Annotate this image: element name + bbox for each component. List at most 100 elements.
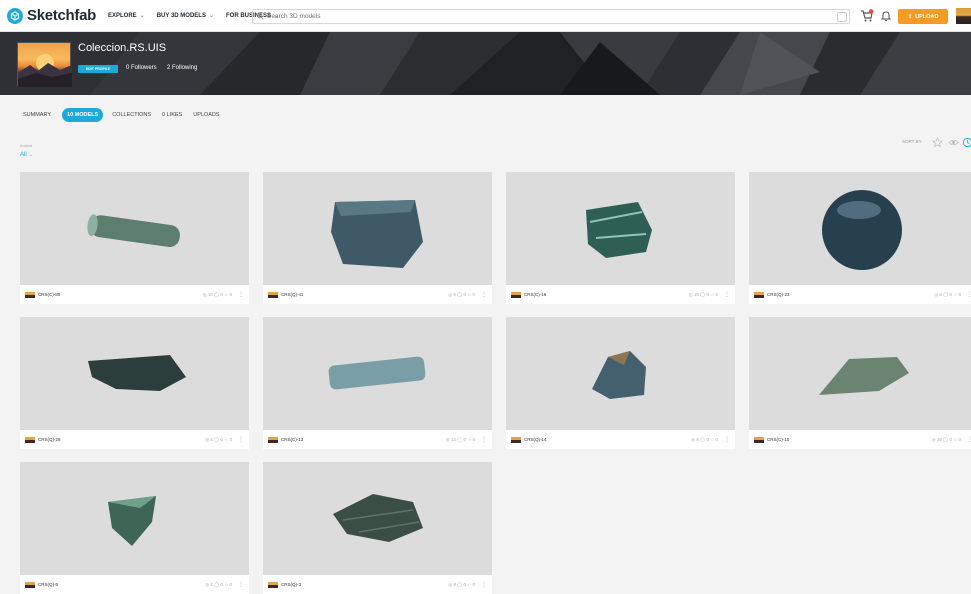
sort-label: SORT BY bbox=[902, 139, 922, 144]
model-name[interactable]: CRS(C)-16 bbox=[524, 292, 689, 297]
more-options-icon[interactable]: ⋮ bbox=[967, 291, 971, 298]
model-info-bar: CRS(C)-13 ◎ 13 ◯ 0 ☆ 0 ⋮ bbox=[263, 430, 492, 449]
model-card[interactable]: CRS(Q)-3 ◎ 9 ◯ 0 ☆ 0 ⋮ bbox=[263, 462, 492, 594]
model-card[interactable]: CRS(C)-80 ◎ 10 ◯ 0 ☆ 0 ⋮ bbox=[20, 172, 249, 304]
clock-icon[interactable] bbox=[962, 137, 971, 148]
more-options-icon[interactable]: ⋮ bbox=[724, 291, 730, 298]
tab-uploads[interactable]: UPLOADS bbox=[193, 112, 219, 118]
model-name[interactable]: CRS(C)-80 bbox=[38, 292, 203, 297]
model-stats: ◎ 2 ◯ 0 ☆ 0 bbox=[205, 581, 232, 587]
more-options-icon[interactable]: ⋮ bbox=[481, 581, 487, 588]
upload-button-label: UPLOAD bbox=[915, 13, 939, 20]
rock-model-preview bbox=[88, 355, 186, 391]
model-info-bar: CRS(C)-10 ◎ 16 ◯ 0 ☆ 0 ⋮ bbox=[749, 430, 971, 449]
eye-icon[interactable] bbox=[948, 137, 959, 148]
tab-likes[interactable]: 0 LIKES bbox=[162, 112, 182, 118]
author-avatar[interactable] bbox=[268, 436, 278, 443]
model-info-bar: CRS(C)-16 ◎ 10 ◯ 0 ☆ 0 ⋮ bbox=[506, 285, 735, 304]
sketchfab-logo[interactable]: Sketchfab bbox=[7, 7, 96, 24]
search-box bbox=[252, 9, 850, 24]
profile-avatar-image bbox=[18, 54, 72, 87]
model-name[interactable]: CRS(Q)-23 bbox=[767, 292, 934, 297]
model-thumbnail[interactable] bbox=[749, 172, 971, 285]
model-name[interactable]: CRS(Q)-28 bbox=[38, 437, 205, 442]
author-avatar[interactable] bbox=[25, 436, 35, 443]
model-card[interactable]: CRS(C)-10 ◎ 16 ◯ 0 ☆ 0 ⋮ bbox=[749, 317, 971, 449]
nav-explore[interactable]: EXPLORE ⌄ bbox=[108, 12, 145, 20]
rock-model-preview bbox=[333, 494, 423, 542]
model-card[interactable]: CRS(C)-13 ◎ 13 ◯ 0 ☆ 0 ⋮ bbox=[263, 317, 492, 449]
user-avatar[interactable] bbox=[956, 8, 971, 24]
author-avatar[interactable] bbox=[25, 291, 35, 298]
rock-model-preview bbox=[328, 356, 426, 390]
nav-buy-3d-models-label: BUY 3D MODELS bbox=[156, 12, 206, 19]
search-filter-icon[interactable] bbox=[837, 11, 847, 22]
profile-banner: Coleccion.RS.UIS EDIT PROFILE 0 Follower… bbox=[0, 32, 971, 95]
filter-dropdown[interactable]: All ⌄ bbox=[20, 151, 33, 158]
model-name[interactable]: CRS(Q)-41 bbox=[281, 292, 448, 297]
more-options-icon[interactable]: ⋮ bbox=[238, 436, 244, 443]
model-info-bar: CRS(Q)-41 ◎ 9 ◯ 0 ☆ 0 ⋮ bbox=[263, 285, 492, 304]
author-avatar[interactable] bbox=[268, 581, 278, 588]
model-info-bar: CRS(Q)-6 ◎ 2 ◯ 0 ☆ 0 ⋮ bbox=[20, 575, 249, 594]
nav-buy-3d-models[interactable]: BUY 3D MODELS ⌄ bbox=[156, 12, 214, 20]
model-stats: ◎ 6 ◯ 0 ☆ 0 bbox=[691, 436, 718, 442]
model-info-bar: CRS(Q)-23 ◎ 6 ◯ 0 ☆ 0 ⋮ bbox=[749, 285, 971, 304]
model-card[interactable]: CRS(C)-16 ◎ 10 ◯ 0 ☆ 0 ⋮ bbox=[506, 172, 735, 304]
model-card[interactable]: CRS(Q)-14 ◎ 6 ◯ 0 ☆ 0 ⋮ bbox=[506, 317, 735, 449]
cart-icon[interactable] bbox=[860, 9, 874, 23]
model-name[interactable]: CRS(Q)-6 bbox=[38, 582, 205, 587]
filter-label: Animal bbox=[20, 143, 33, 148]
profile-avatar[interactable] bbox=[17, 42, 72, 87]
model-name[interactable]: CRS(Q)-14 bbox=[524, 437, 691, 442]
author-avatar[interactable] bbox=[25, 581, 35, 588]
more-options-icon[interactable]: ⋮ bbox=[967, 436, 971, 443]
author-avatar[interactable] bbox=[511, 436, 521, 443]
model-thumbnail[interactable] bbox=[263, 317, 492, 430]
model-name[interactable]: CRS(C)-10 bbox=[767, 437, 932, 442]
model-stats: ◎ 4 ◯ 0 ☆ 0 bbox=[205, 436, 232, 442]
model-card[interactable]: CRS(Q)-6 ◎ 2 ◯ 0 ☆ 0 ⋮ bbox=[20, 462, 249, 594]
author-avatar[interactable] bbox=[511, 291, 521, 298]
tab-models[interactable]: 10 MODELS bbox=[62, 108, 104, 122]
model-thumbnail[interactable] bbox=[749, 317, 971, 430]
model-thumbnail[interactable] bbox=[506, 172, 735, 285]
model-card[interactable]: CRS(Q)-41 ◎ 9 ◯ 0 ☆ 0 ⋮ bbox=[263, 172, 492, 304]
followers-link[interactable]: 0 Followers bbox=[126, 65, 157, 71]
more-options-icon[interactable]: ⋮ bbox=[481, 436, 487, 443]
rock-model-preview bbox=[586, 202, 652, 258]
model-thumbnail[interactable] bbox=[263, 172, 492, 285]
model-name[interactable]: CRS(Q)-3 bbox=[281, 582, 448, 587]
upload-button[interactable]: ⇪ UPLOAD bbox=[898, 9, 948, 24]
following-link[interactable]: 2 Following bbox=[167, 65, 197, 71]
rock-model-preview bbox=[822, 190, 902, 270]
model-info-bar: CRS(Q)-28 ◎ 4 ◯ 0 ☆ 0 ⋮ bbox=[20, 430, 249, 449]
edit-profile-button[interactable]: EDIT PROFILE bbox=[78, 65, 118, 73]
model-name[interactable]: CRS(C)-13 bbox=[281, 437, 446, 442]
tab-summary[interactable]: SUMMARY bbox=[23, 112, 51, 118]
search-input[interactable] bbox=[267, 13, 837, 20]
model-thumbnail[interactable] bbox=[20, 317, 249, 430]
author-avatar[interactable] bbox=[268, 291, 278, 298]
sketchfab-logo-icon bbox=[7, 7, 23, 24]
author-avatar[interactable] bbox=[754, 436, 764, 443]
bell-icon[interactable] bbox=[880, 10, 892, 22]
profile-name: Coleccion.RS.UIS bbox=[78, 42, 167, 54]
more-options-icon[interactable]: ⋮ bbox=[238, 581, 244, 588]
more-options-icon[interactable]: ⋮ bbox=[481, 291, 487, 298]
more-options-icon[interactable]: ⋮ bbox=[724, 436, 730, 443]
model-card[interactable]: CRS(Q)-28 ◎ 4 ◯ 0 ☆ 0 ⋮ bbox=[20, 317, 249, 449]
model-stats: ◎ 6 ◯ 0 ☆ 0 bbox=[934, 291, 961, 297]
model-card[interactable]: CRS(Q)-23 ◎ 6 ◯ 0 ☆ 0 ⋮ bbox=[749, 172, 971, 304]
model-thumbnail[interactable] bbox=[506, 317, 735, 430]
model-thumbnail[interactable] bbox=[263, 462, 492, 575]
rock-model-preview bbox=[108, 496, 156, 546]
tab-collections[interactable]: COLLECTIONS bbox=[112, 112, 151, 118]
brand-name: Sketchfab bbox=[27, 7, 96, 24]
model-thumbnail[interactable] bbox=[20, 172, 249, 285]
author-avatar[interactable] bbox=[754, 291, 764, 298]
filter-value: All bbox=[20, 152, 27, 158]
more-options-icon[interactable]: ⋮ bbox=[238, 291, 244, 298]
model-thumbnail[interactable] bbox=[20, 462, 249, 575]
star-icon[interactable] bbox=[932, 137, 943, 148]
